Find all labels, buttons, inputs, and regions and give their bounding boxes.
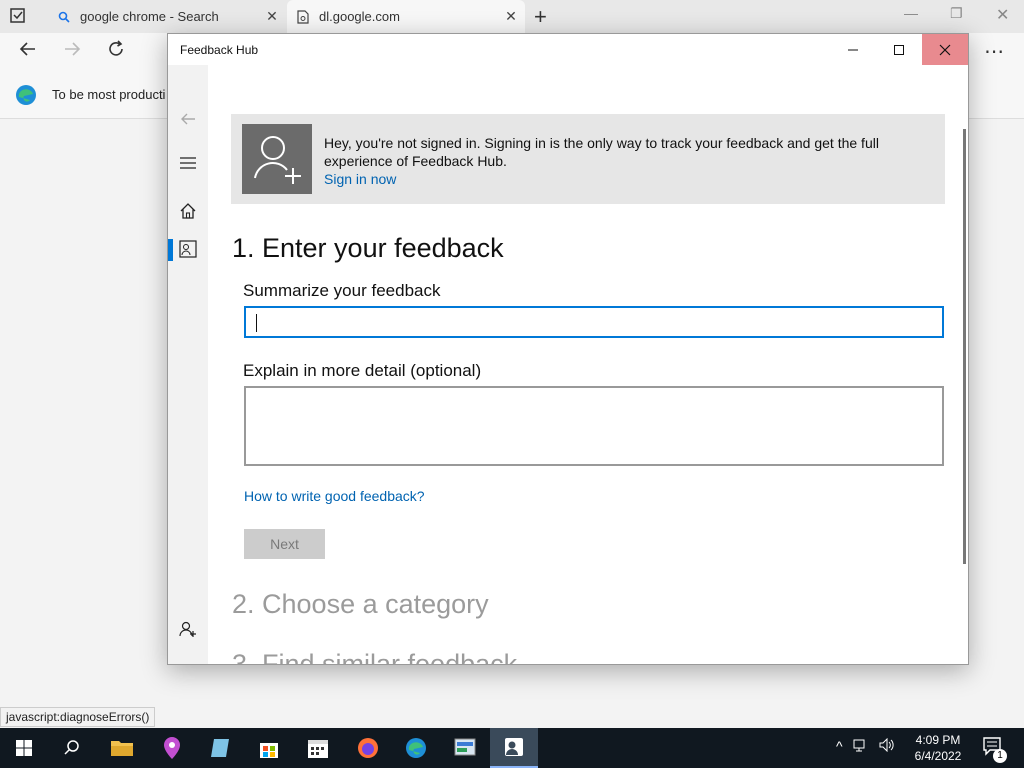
back-icon[interactable] [18,39,38,64]
feedback-icon[interactable] [168,231,208,267]
document-icon [287,9,319,24]
detail-label: Explain in more detail (optional) [243,361,482,380]
browser-restore-icon[interactable]: ❐ [950,5,963,22]
scrollbar[interactable] [963,129,966,564]
back-icon[interactable] [168,101,208,137]
summary-label: Summarize your feedback [243,281,441,300]
avatar [242,124,312,194]
hamburger-menu-icon[interactable] [168,145,208,181]
step1-heading: 1. Enter your feedback [232,233,504,263]
info-bar-text: To be most producti [52,87,166,102]
volume-icon[interactable] [879,737,895,755]
minimize-button[interactable] [830,34,876,65]
tab-actions-icon[interactable] [6,6,30,26]
step3-heading: 3. Find similar feedback [232,649,518,665]
feedback-hub-window: Feedback Hub Hey, you're not signed in. … [167,33,969,665]
window-titlebar[interactable]: Feedback Hub [168,34,968,65]
search-icon [48,11,80,23]
browser-tab-search[interactable]: google chrome - Search ✕ [48,0,286,33]
store-icon[interactable] [245,728,293,768]
firefox-icon[interactable] [344,728,392,768]
clock-date: 6/4/2022 [914,749,962,763]
search-icon[interactable] [48,728,96,768]
maps-icon[interactable] [148,728,196,768]
refresh-icon[interactable] [106,39,126,64]
close-tab-icon[interactable]: ✕ [258,8,286,25]
tab-label: dl.google.com [319,9,400,24]
notification-count-badge: 1 [993,749,1007,763]
taskbar: ^ 4:09 PM 6/4/2022 1 [0,728,1024,768]
close-button[interactable] [922,34,968,65]
how-to-write-feedback-link[interactable]: How to write good feedback? [244,488,425,504]
notepad-icon[interactable] [196,728,244,768]
add-user-icon[interactable] [168,611,208,647]
browser-tab-bar: google chrome - Search ✕ dl.google.com ✕… [0,0,1024,33]
home-icon[interactable] [168,193,208,229]
edge-logo-icon [15,84,37,111]
network-icon[interactable] [853,738,869,755]
window-title: Feedback Hub [180,43,259,57]
text-caret [256,314,257,332]
forward-icon[interactable] [62,39,82,64]
signin-message: Hey, you're not signed in. Signing in is… [324,135,879,169]
browser-minimize-icon[interactable]: — [904,5,918,21]
new-tab-icon[interactable]: + [534,4,547,30]
browser-tab-download[interactable]: dl.google.com ✕ [287,0,525,33]
status-bar-url: javascript:diagnoseErrors() [0,707,156,727]
maximize-button[interactable] [876,34,922,65]
step2-heading: 2. Choose a category [232,589,489,619]
start-button-icon[interactable] [0,728,48,768]
signin-banner: Hey, you're not signed in. Signing in is… [231,114,945,204]
close-tab-icon[interactable]: ✕ [497,8,525,25]
tab-label: google chrome - Search [80,9,219,24]
feedback-hub-taskbar-icon[interactable] [490,728,538,768]
detail-input[interactable] [244,386,944,466]
system-tray: ^ [836,737,895,755]
summary-input[interactable] [244,306,944,338]
control-panel-icon[interactable] [441,728,489,768]
clock-time: 4:09 PM [915,733,961,747]
calendar-icon[interactable] [294,728,342,768]
navigation-sidebar [168,65,208,664]
more-options-icon[interactable]: ⋯ [984,39,1004,64]
sign-in-link[interactable]: Sign in now [324,171,396,187]
file-explorer-icon[interactable] [98,728,146,768]
clock[interactable]: 4:09 PM 6/4/2022 [906,732,970,764]
chevron-up-icon[interactable]: ^ [836,738,843,755]
edge-icon[interactable] [392,728,440,768]
browser-close-icon[interactable]: ✕ [996,5,1009,25]
gear-icon[interactable] [168,653,208,664]
next-button[interactable]: Next [244,529,325,559]
